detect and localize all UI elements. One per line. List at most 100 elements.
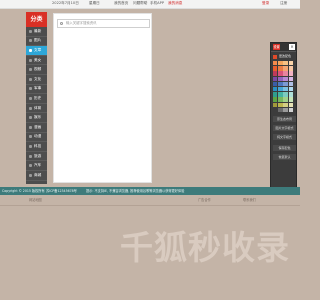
top-link-help[interactable]: 问题帮助 [133,1,147,6]
date-text: 2022年7月10日 [52,1,79,5]
ad-link[interactable]: 广告合作 [198,198,211,203]
sidebar-item-images[interactable]: 图片 [26,37,47,47]
color-swatch[interactable] [273,107,278,113]
close-icon[interactable]: × [289,44,295,50]
color-swatch[interactable] [283,92,288,97]
color-swatch[interactable] [278,76,283,81]
sidebar-item-tech[interactable]: 科技 [26,142,47,152]
color-swatch[interactable] [273,97,278,102]
color-swatch[interactable] [278,97,283,102]
bullet-icon [29,77,32,81]
sidebar-item-cars[interactable]: 汽车 [26,161,47,171]
bullet-icon [29,116,32,120]
color-option-label: 更改配色 [279,54,292,58]
bullet-icon [29,173,32,177]
color-swatch[interactable] [283,86,288,92]
sidebar-item-video[interactable]: 视频 [26,65,47,75]
top-notice-link[interactable]: 我的消息 [168,1,182,6]
color-swatch[interactable] [273,71,278,76]
color-swatch[interactable] [273,81,278,87]
color-swatch[interactable] [278,81,283,87]
color-swatch[interactable] [278,107,283,113]
secondary-footer: 网站地图 广告合作 联系我们 [0,196,300,206]
sidebar-title: 分类 [26,12,47,27]
color-swatch[interactable] [288,76,293,81]
bullet-icon [29,29,32,33]
color-swatch[interactable] [288,97,293,102]
sidebar-item-comics[interactable]: 漫画 [26,123,47,133]
color-swatch[interactable] [278,66,283,71]
color-swatch[interactable] [283,71,288,76]
color-swatch[interactable] [288,61,293,66]
color-swatch[interactable] [283,81,288,87]
save-colors-button[interactable]: 保存配色 [273,145,296,152]
footer-bar: Copyright © 2015 版权所有 苏ICP备12345678号 提示:… [0,187,300,195]
color-settings-panel: 设置 × 更改配色 原生态布局 图片文字模式 纯文字模式 保存配色 恢复默认 [270,42,297,192]
color-swatch[interactable] [288,71,293,76]
color-swatch[interactable] [288,86,293,92]
color-swatch[interactable] [273,86,278,92]
layout-original-button[interactable]: 原生态布局 [273,116,296,123]
color-swatch[interactable] [283,107,288,113]
color-swatch[interactable] [278,102,283,107]
color-swatch[interactable] [273,61,278,66]
bullet-icon [29,58,32,62]
sidebar-item-articles[interactable]: 文章 [26,46,47,56]
color-swatch[interactable] [273,102,278,107]
color-swatch[interactable] [283,97,288,102]
sidebar-item-military[interactable]: 军事 [26,85,47,95]
color-swatch[interactable] [283,102,288,107]
color-swatch[interactable] [273,76,278,81]
checkbox-icon[interactable] [273,54,277,59]
search-placeholder: 输入关键字搜索资讯 [66,21,97,25]
register-link[interactable]: 注册 [280,1,287,6]
color-swatch[interactable] [283,61,288,66]
restore-default-button[interactable]: 恢复默认 [273,154,296,161]
layout-image-text-button[interactable]: 图片文字模式 [273,125,296,132]
sidebar-item-culture[interactable]: 文化 [26,75,47,85]
color-swatch[interactable] [283,76,288,81]
color-swatch[interactable] [278,71,283,76]
sidebar-item-latest[interactable]: 最新 [26,27,47,37]
top-link-app[interactable]: 手机APP [150,1,164,6]
color-swatch[interactable] [278,86,283,92]
panel-header: 设置 × [271,43,296,52]
color-swatch[interactable] [278,61,283,66]
bullet-icon [29,106,32,110]
panel-title: 设置 [273,44,280,50]
login-link[interactable]: 登录 [262,1,269,6]
sidebar-item-mall[interactable]: 商城 [26,171,47,181]
color-option-row[interactable]: 更改配色 [273,54,294,59]
sidebar-item-entertainment[interactable]: 娱乐 [26,113,47,123]
color-swatch[interactable] [273,92,278,97]
layout-text-only-button[interactable]: 纯文字模式 [273,134,296,141]
color-swatch[interactable] [288,102,293,107]
search-input[interactable]: 输入关键字搜索资讯 [57,19,150,28]
contact-link[interactable]: 联系我们 [243,198,256,203]
search-icon [60,22,63,25]
color-swatch[interactable] [288,107,293,113]
top-link-home[interactable]: 我的首页 [114,1,128,6]
color-swatch[interactable] [288,66,293,71]
sidebar-item-anime[interactable]: 动漫 [26,133,47,143]
sidebar-item-history[interactable]: 历史 [26,94,47,104]
bullet-icon [29,39,32,43]
icp-link[interactable]: 苏ICP备12345678号 [46,188,77,194]
sidebar-item-travel[interactable]: 旅游 [26,152,47,162]
watermark-text: 千狐秒收录 [120,228,290,267]
bullet-icon [29,68,32,72]
color-swatch[interactable] [288,81,293,87]
category-sidebar: 分类 最新 图片 文章 美女 视频 文化 军事 历史 体育 娱乐 漫画 动漫 科… [26,12,47,184]
weekday-text: 星期日 [89,1,100,5]
sitemap-link[interactable]: 网站地图 [29,198,42,203]
bullet-icon [29,144,32,148]
color-swatch[interactable] [288,92,293,97]
color-swatch[interactable] [273,66,278,71]
top-bar: 2022年7月10日 星期日 我的首页 问题帮助 手机APP 我的消息 登录 注… [0,0,300,9]
color-swatch[interactable] [278,92,283,97]
bullet-icon [29,87,32,91]
color-swatch[interactable] [283,66,288,71]
bullet-icon [29,125,32,129]
sidebar-item-sports[interactable]: 体育 [26,104,47,114]
sidebar-item-beauty[interactable]: 美女 [26,56,47,66]
